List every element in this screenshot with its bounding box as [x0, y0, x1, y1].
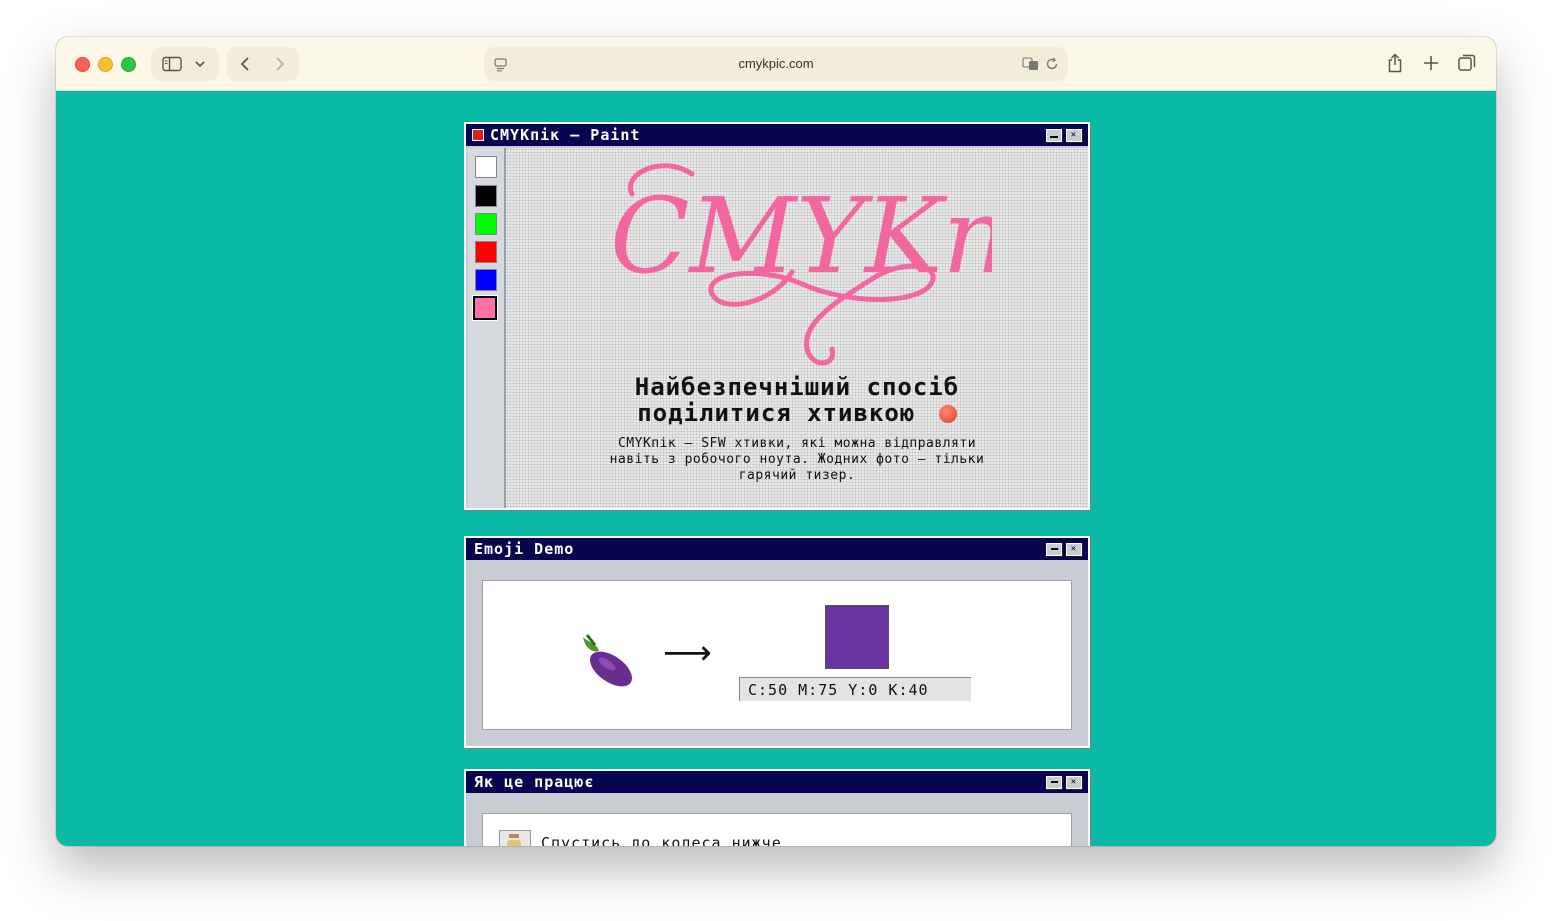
emoji-demo-panel: 🍆 ⟶ C:50 M:75 Y:0 K:40 [482, 580, 1072, 730]
close-button[interactable]: ✕ [1066, 129, 1082, 142]
description: CMYKпік — SFW хтивки, які можна відправл… [506, 436, 1088, 484]
minimize-icon [1050, 781, 1058, 783]
how-it-works-step: Спустись до колеса нижче [541, 834, 782, 846]
sidebar-toggle-group [151, 47, 219, 81]
cmyk-color-swatch [825, 605, 889, 669]
description-line-2: навіть з робочого ноута. Жодних фото — т… [609, 452, 985, 467]
close-button[interactable]: ✕ [1066, 543, 1082, 556]
chevron-down-icon[interactable] [194, 60, 206, 68]
paint-window: CMYKпік – Paint ✕ CMYKnik [464, 122, 1090, 510]
headline-line-2-row: поділитися хтивкою [506, 400, 1088, 426]
swatch-black[interactable] [475, 185, 497, 207]
swatch-blue[interactable] [475, 269, 497, 291]
swatch-green[interactable] [475, 213, 497, 235]
back-icon[interactable] [239, 56, 251, 72]
eggplant-icon: 🍆 [583, 634, 633, 687]
close-button[interactable]: ✕ [1066, 776, 1082, 789]
forward-icon[interactable] [274, 56, 286, 72]
close-icon: ✕ [1070, 130, 1078, 140]
zoom-window-button[interactable] [121, 57, 136, 72]
minimize-button[interactable] [1046, 543, 1062, 556]
arrow-icon: ⟶ [663, 633, 712, 673]
minimize-icon [1050, 548, 1058, 550]
url-text: cmykpic.com [738, 56, 814, 71]
color-palette [468, 148, 506, 508]
description-line-1: CMYKпік — SFW хтивки, які можна відправл… [617, 436, 977, 451]
minimize-button[interactable] [1046, 776, 1062, 789]
share-icon[interactable] [1387, 53, 1403, 73]
reload-icon[interactable] [1045, 57, 1059, 71]
emoji-demo-window: Emoji Demo ✕ 🍆 ⟶ C:50 M:75 Y:0 K:40 [464, 536, 1090, 748]
close-window-button[interactable] [75, 57, 90, 72]
headline: Найбезпечніший спосіб поділитися хтивкою [506, 374, 1088, 426]
paint-window-title: CMYKпік – Paint [490, 126, 641, 144]
browser-toolbar: cmykpic.com [56, 37, 1496, 91]
emoji-demo-title-bar[interactable]: Emoji Demo ✕ [466, 538, 1088, 560]
new-tab-icon[interactable] [1423, 55, 1439, 71]
navigation-group [227, 47, 299, 81]
close-icon: ✕ [1070, 777, 1078, 787]
description-line-3: гарячий тизер. [738, 468, 856, 483]
how-it-works-panel: Спустись до колеса нижче [482, 813, 1072, 846]
translate-icon[interactable] [1022, 57, 1040, 71]
swatch-pink-selected[interactable] [472, 295, 498, 321]
cmykpik-logo: CMYKnik [610, 163, 992, 366]
how-it-works-window: Як це працює ✕ Спустись до колеса нижче [464, 769, 1090, 846]
swatch-white[interactable] [475, 156, 497, 178]
minimize-icon [1050, 131, 1058, 138]
swatch-red[interactable] [475, 241, 497, 263]
minimize-window-button[interactable] [98, 57, 113, 72]
how-it-works-title: Як це працює [474, 773, 595, 791]
sidebar-icon[interactable] [162, 56, 182, 72]
emoji-demo-title: Emoji Demo [474, 540, 575, 558]
paint-title-bar[interactable]: CMYKпік – Paint ✕ [466, 124, 1088, 146]
paint-app-icon [472, 129, 484, 141]
tab-overview-icon[interactable] [1458, 54, 1476, 72]
angry-face-icon [938, 405, 957, 423]
jar-icon [499, 830, 531, 846]
how-it-works-title-bar[interactable]: Як це працює ✕ [466, 771, 1088, 793]
cmyk-values: C:50 M:75 Y:0 K:40 [739, 677, 971, 701]
headline-line-2: поділитися хтивкою [637, 399, 916, 427]
close-icon: ✕ [1070, 544, 1078, 554]
headline-line-1: Найбезпечніший спосіб [634, 373, 960, 401]
browser-window: cmykpic.com CMYKпік – Paint ✕ CMYK Найбе… [56, 37, 1496, 846]
address-bar[interactable]: cmykpic.com [484, 47, 1068, 81]
minimize-button[interactable] [1046, 129, 1062, 142]
paint-canvas[interactable]: CMYKnik Найбезпечніший спосіб поділитися… [506, 148, 1088, 508]
